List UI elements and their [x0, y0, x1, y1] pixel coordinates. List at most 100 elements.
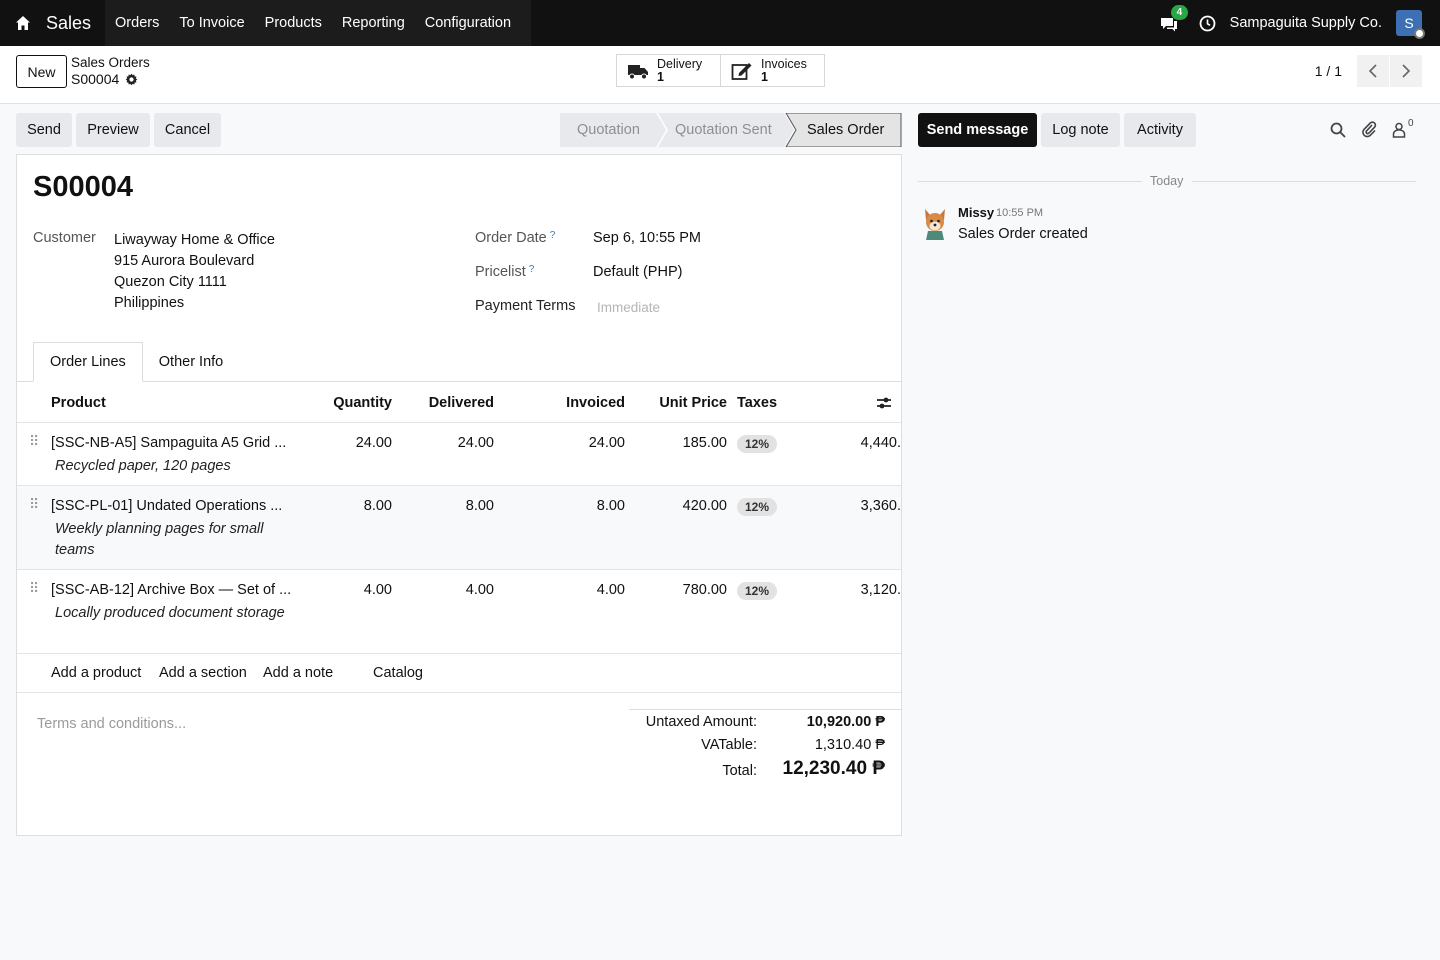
notebook-tabs: Order Lines Other Info: [33, 342, 239, 382]
customer-street: 915 Aurora Boulevard: [114, 253, 255, 269]
pager-value[interactable]: 1 / 1: [1315, 63, 1342, 79]
col-product[interactable]: Product: [51, 395, 106, 411]
totals-divider: [629, 709, 901, 710]
truck-icon: [628, 64, 648, 79]
stage-sales-order[interactable]: Sales Order: [807, 122, 884, 138]
line-unit-price[interactable]: 780.00: [647, 582, 727, 598]
add-note-link[interactable]: Add a note: [263, 665, 333, 681]
vatable-amount: 1,310.40 ₱: [814, 737, 885, 753]
pricelist-help[interactable]: ?: [529, 264, 535, 275]
delivery-smart-button[interactable]: Delivery 1: [616, 54, 721, 87]
today-divider-right: [1192, 181, 1416, 182]
catalog-link[interactable]: Catalog: [373, 665, 423, 681]
tab-order-lines[interactable]: Order Lines: [33, 342, 143, 382]
order-date-help[interactable]: ?: [550, 230, 556, 241]
company-switcher[interactable]: Sampaguita Supply Co.: [1230, 15, 1382, 31]
new-button[interactable]: New: [16, 55, 67, 88]
line-product[interactable]: [SSC-PL-01] Undated Operations ...: [51, 498, 282, 514]
table-row[interactable]: ⠿ [SSC-AB-12] Archive Box — Set of ... L…: [17, 569, 901, 653]
customer-field[interactable]: Liwayway Home & Office 915 Aurora Boulev…: [114, 230, 275, 314]
menu-reporting[interactable]: Reporting: [332, 0, 415, 46]
untaxed-amount: 10,920.00 ₱: [806, 714, 885, 730]
send-message-button[interactable]: Send message: [918, 113, 1037, 147]
add-product-link[interactable]: Add a product: [51, 665, 141, 681]
line-delivered[interactable]: 24.00: [417, 435, 494, 451]
cancel-button[interactable]: Cancel: [154, 113, 221, 147]
col-delivered[interactable]: Delivered: [417, 395, 494, 411]
stage-quotation-sent[interactable]: Quotation Sent: [675, 122, 772, 138]
breadcrumb: Sales Orders S00004: [71, 55, 150, 87]
col-taxes[interactable]: Taxes: [737, 395, 777, 411]
line-invoiced[interactable]: 8.00: [547, 498, 625, 514]
menu-products[interactable]: Products: [255, 0, 332, 46]
line-delivered[interactable]: 4.00: [417, 582, 494, 598]
line-invoiced[interactable]: 24.00: [547, 435, 625, 451]
pricelist-label: Pricelist?: [475, 264, 534, 280]
log-note-button[interactable]: Log note: [1041, 113, 1120, 147]
line-quantity[interactable]: 8.00: [317, 498, 392, 514]
drag-handle-icon[interactable]: ⠿: [29, 433, 39, 450]
line-description[interactable]: Locally produced document storage: [55, 603, 285, 624]
nav-left: Sales Orders To Invoice Products Reporti…: [0, 0, 532, 46]
line-unit-price[interactable]: 420.00: [647, 498, 727, 514]
delivery-count: 1: [657, 69, 664, 84]
menu-orders[interactable]: Orders: [105, 0, 169, 46]
optional-columns-icon[interactable]: [876, 395, 892, 411]
line-tax-badge[interactable]: 12%: [737, 498, 778, 516]
pager: 1 / 1: [1315, 55, 1422, 87]
table-row[interactable]: ⠿ [SSC-NB-A5] Sampaguita A5 Grid ... Rec…: [17, 422, 901, 485]
line-description[interactable]: Recycled paper, 120 pages: [55, 456, 285, 477]
message-body: Sales Order created: [958, 226, 1088, 242]
line-invoiced[interactable]: 4.00: [547, 582, 625, 598]
line-product[interactable]: [SSC-NB-A5] Sampaguita A5 Grid ...: [51, 435, 286, 451]
edit-invoice-icon: [731, 62, 752, 80]
messaging-button[interactable]: 4: [1159, 5, 1189, 34]
line-tax-badge[interactable]: 12%: [737, 435, 778, 453]
col-invoiced[interactable]: Invoiced: [547, 395, 625, 411]
followers-button[interactable]: 0: [1392, 118, 1418, 139]
menu-to-invoice[interactable]: To Invoice: [169, 0, 254, 46]
line-quantity[interactable]: 4.00: [317, 582, 392, 598]
breadcrumb-sales-orders[interactable]: Sales Orders: [71, 55, 150, 71]
line-description[interactable]: Weekly planning pages for small teams: [55, 519, 285, 561]
terms-conditions-field[interactable]: Terms and conditions...: [37, 716, 186, 732]
chat-count-badge: 4: [1170, 5, 1189, 20]
line-tax-badge[interactable]: 12%: [737, 582, 778, 600]
pager-previous-button[interactable]: [1357, 55, 1389, 87]
pricelist-field[interactable]: Default (PHP): [593, 264, 682, 280]
pager-next-button[interactable]: [1390, 55, 1422, 87]
author-avatar-icon[interactable]: [920, 206, 950, 240]
add-section-link[interactable]: Add a section: [159, 665, 247, 681]
tab-other-info[interactable]: Other Info: [143, 342, 239, 382]
payment-terms-field[interactable]: Immediate: [597, 300, 660, 315]
line-product[interactable]: [SSC-AB-12] Archive Box — Set of ...: [51, 582, 291, 598]
send-button[interactable]: Send: [16, 113, 72, 147]
presence-icon: [1414, 28, 1425, 39]
drag-handle-icon[interactable]: ⠿: [29, 580, 39, 597]
col-unit-price[interactable]: Unit Price: [647, 395, 727, 411]
user-avatar[interactable]: S: [1396, 10, 1425, 39]
order-date-field[interactable]: Sep 6, 10:55 PM: [593, 230, 701, 246]
nav-menu: Orders To Invoice Products Reporting Con…: [105, 0, 521, 46]
line-quantity[interactable]: 24.00: [317, 435, 392, 451]
invoices-text: Invoices 1: [761, 57, 807, 84]
table-row[interactable]: ⠿ [SSC-PL-01] Undated Operations ... Wee…: [17, 485, 901, 569]
line-unit-price[interactable]: 185.00: [647, 435, 727, 451]
line-delivered[interactable]: 8.00: [417, 498, 494, 514]
menu-configuration[interactable]: Configuration: [415, 0, 521, 46]
stage-quotation[interactable]: Quotation: [577, 122, 640, 138]
preview-button[interactable]: Preview: [76, 113, 150, 147]
search-icon[interactable]: [1330, 122, 1346, 138]
col-quantity[interactable]: Quantity: [317, 395, 392, 411]
customer-city: Quezon City 1111: [114, 274, 227, 290]
invoices-smart-button[interactable]: Invoices 1: [720, 54, 825, 87]
customer-label: Customer: [33, 230, 96, 246]
gear-icon[interactable]: [125, 73, 138, 86]
activity-button[interactable]: Activity: [1124, 113, 1196, 147]
app-name[interactable]: Sales: [46, 0, 106, 46]
home-icon[interactable]: [0, 0, 46, 46]
clock-icon[interactable]: [1199, 15, 1216, 32]
drag-handle-icon[interactable]: ⠿: [29, 496, 39, 513]
paperclip-icon[interactable]: [1361, 120, 1377, 138]
message-author[interactable]: Missy: [958, 205, 994, 220]
